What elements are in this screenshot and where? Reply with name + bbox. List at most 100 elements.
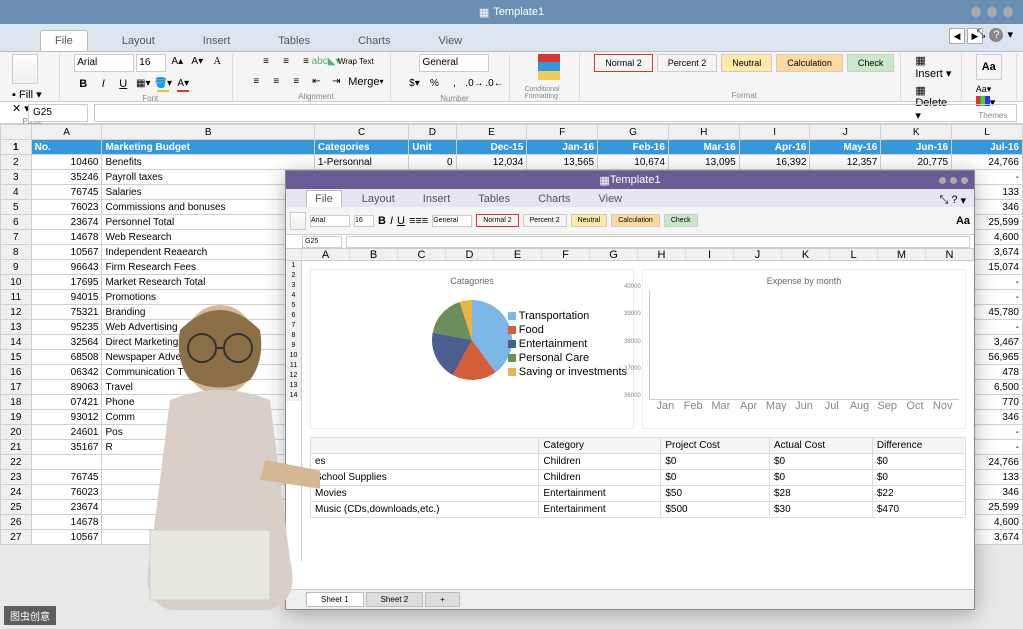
style-neutral[interactable]: Neutral (721, 54, 772, 72)
tab-charts[interactable]: Charts (344, 31, 404, 51)
sub-style-normal[interactable]: Normal 2 (476, 214, 518, 227)
sub-close-icon[interactable] (961, 177, 968, 184)
sub-name-box[interactable] (302, 236, 342, 248)
paste-button[interactable] (12, 54, 38, 84)
close-icon[interactable] (1003, 7, 1013, 17)
align-top-icon[interactable]: ≡ (257, 54, 275, 70)
italic-button[interactable]: I (94, 76, 112, 92)
decrease-font-icon[interactable]: A▾ (188, 54, 206, 70)
bold-button[interactable]: B (74, 76, 92, 92)
sub-style-check[interactable]: Check (664, 214, 698, 227)
bar-area: 3600037000380003900040000 (649, 290, 959, 400)
group-font: A▴ A▾ A B I U ▦▾ 🪣▾ A▾ Font (68, 54, 233, 100)
window-controls[interactable] (971, 7, 1013, 17)
sub-tab-layout[interactable]: Layout (354, 191, 403, 207)
percent-icon[interactable]: % (425, 76, 443, 92)
comma-icon[interactable]: , (445, 76, 463, 92)
indent-inc-icon[interactable]: ⇥ (327, 74, 345, 90)
currency-icon[interactable]: $▾ (405, 76, 423, 92)
sub-italic[interactable]: I (390, 215, 393, 227)
sub-number-format[interactable] (432, 215, 472, 227)
nav-prev-icon[interactable]: ◀ (949, 28, 965, 44)
dec-dec-icon[interactable]: .0← (485, 76, 503, 92)
dec-inc-icon[interactable]: .0→ (465, 76, 483, 92)
maximize-icon[interactable] (987, 7, 997, 17)
tab-insert[interactable]: Insert (189, 31, 245, 51)
help-area: ⤡ ? ▾ (977, 28, 1013, 42)
sub-style-neutral[interactable]: Neutral (571, 214, 608, 227)
border-button[interactable]: ▦▾ (134, 76, 152, 92)
number-format-select[interactable] (419, 54, 489, 72)
underline-button[interactable]: U (114, 76, 132, 92)
add-sheet-button[interactable]: + (425, 592, 460, 607)
group-themes: Aa Aa▾ ▾ Themes (970, 54, 1017, 100)
group-cells: ▦ Insert ▾ ▦ Delete ▾ ▦ Format ▾ Cells (909, 54, 961, 100)
sub-underline[interactable]: U (397, 215, 405, 227)
sub-ribbon: B I U ≡≡≡ Normal 2 Percent 2 Neutral Cal… (286, 207, 974, 235)
align-right-icon[interactable]: ≡ (287, 74, 305, 90)
size-select[interactable] (136, 54, 166, 72)
sub-tab-tables[interactable]: Tables (470, 191, 518, 207)
fill-color-button[interactable]: 🪣▾ (154, 76, 172, 92)
sub-dropdown-icon[interactable]: ▾ (960, 194, 966, 207)
sub-bold[interactable]: B (378, 215, 386, 227)
sub-help-icon[interactable]: ? (951, 194, 957, 207)
font-style-icon[interactable]: A (208, 54, 226, 70)
name-box[interactable] (28, 104, 88, 122)
sub-window: ▦ Template1 File Layout Insert Tables Ch… (285, 170, 975, 610)
sub-paste-button[interactable] (290, 212, 306, 230)
theme-button[interactable]: Aa (976, 54, 1002, 80)
increase-font-icon[interactable]: A▴ (168, 54, 186, 70)
insert-cells-button[interactable]: ▦ Insert ▾ (915, 54, 954, 80)
sub-maximize-icon[interactable] (950, 177, 957, 184)
sub-tab-charts[interactable]: Charts (530, 191, 578, 207)
tab-file[interactable]: File (40, 30, 88, 51)
formula-bar[interactable] (94, 104, 1017, 122)
align-mid-icon[interactable]: ≡ (277, 54, 295, 70)
sub-content: Catagories TransportationFoodEntertainme… (302, 261, 974, 561)
indent-dec-icon[interactable]: ⇤ (307, 74, 325, 90)
style-percent[interactable]: Percent 2 (657, 54, 718, 72)
sub-size-select[interactable] (354, 215, 374, 227)
style-check[interactable]: Check (847, 54, 895, 72)
group-alignment: ≡ ≡ ≡ abc◣▾ Wrap Text ≡ ≡ ≡ ⇤ ⇥ Merge ▾ … (241, 54, 391, 100)
orientation-icon[interactable]: abc◣▾ (317, 54, 335, 70)
sub-tab-view[interactable]: View (590, 191, 630, 207)
tab-tables[interactable]: Tables (264, 31, 324, 51)
help-icon[interactable]: ? (989, 28, 1003, 42)
pie-chart: Catagories TransportationFoodEntertainme… (310, 269, 634, 429)
merge-button[interactable]: Merge ▾ (347, 74, 384, 90)
sub-window-title: Template1 (610, 174, 661, 186)
sub-tab-insert[interactable]: Insert (415, 191, 459, 207)
sub-row-headers: 1234567891011121314 (286, 261, 302, 561)
sub-expand-icon[interactable]: ⤡ (940, 194, 949, 207)
sub-tab-file[interactable]: File (306, 190, 342, 207)
sheet-tab-1[interactable]: Sheet 1 (306, 592, 364, 607)
sub-minimize-icon[interactable] (939, 177, 946, 184)
font-color-button[interactable]: A▾ (174, 76, 192, 92)
tab-view[interactable]: View (424, 31, 476, 51)
ribbon: ▪ Fill ▾ ✕ ▾ Paste A▴ A▾ A B I U ▦▾ 🪣▾ A… (0, 52, 1023, 102)
font-select[interactable] (74, 54, 134, 72)
style-normal[interactable]: Normal 2 (594, 54, 653, 72)
group-condfmt: Conditional Formatting (518, 54, 580, 100)
sub-titlebar: ▦ Template1 (286, 171, 974, 189)
wrap-text-button[interactable]: Wrap Text (337, 54, 375, 70)
minimize-icon[interactable] (971, 7, 981, 17)
expand-icon[interactable]: ⤡ (977, 28, 986, 42)
style-calc[interactable]: Calculation (776, 54, 843, 72)
align-center-icon[interactable]: ≡ (267, 74, 285, 90)
sub-style-calc[interactable]: Calculation (611, 214, 660, 227)
theme-font-icon[interactable]: Aa▾ (976, 84, 996, 95)
tab-layout[interactable]: Layout (108, 31, 169, 51)
sub-font-select[interactable] (310, 215, 350, 227)
fill-button[interactable]: ▪ Fill ▾ (12, 88, 42, 101)
sheet-tab-2[interactable]: Sheet 2 (366, 592, 424, 607)
sub-align[interactable]: ≡≡≡ (409, 215, 428, 227)
sub-style-percent[interactable]: Percent 2 (523, 214, 567, 227)
cond-fmt-button[interactable]: Conditional Formatting (524, 86, 573, 100)
sub-formula-bar[interactable] (346, 236, 970, 248)
align-left-icon[interactable]: ≡ (247, 74, 265, 90)
dropdown-icon[interactable]: ▾ (1007, 28, 1013, 42)
sub-themes[interactable]: Aa (956, 215, 970, 227)
